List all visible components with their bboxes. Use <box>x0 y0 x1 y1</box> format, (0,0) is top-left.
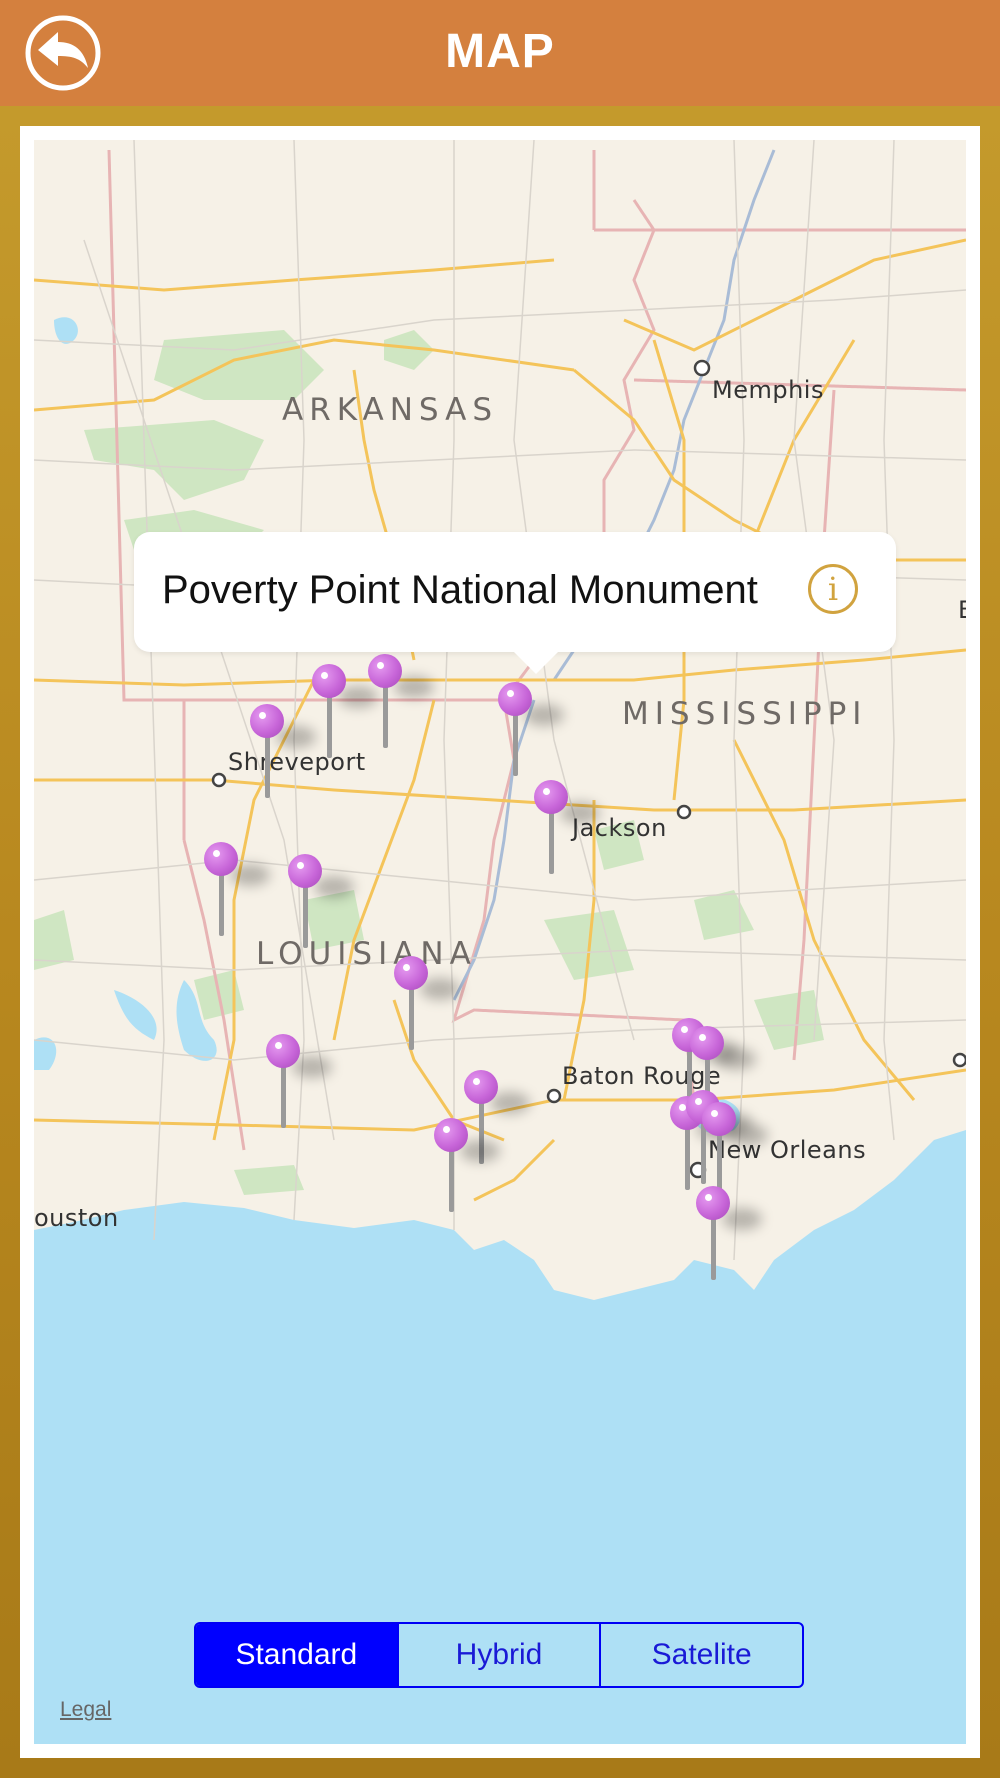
pin-shadow <box>560 802 600 824</box>
pin-shadow <box>394 676 434 698</box>
map-pin[interactable] <box>696 1186 762 1286</box>
pin-head <box>464 1070 498 1104</box>
pin-head <box>702 1102 736 1136</box>
pin-head <box>250 704 284 738</box>
state-label-arkansas: ARKANSAS <box>282 392 499 428</box>
pin-head <box>696 1186 730 1220</box>
pin-shadow <box>524 704 564 726</box>
pin-shadow <box>420 978 460 1000</box>
city-label-edge: B <box>958 596 966 624</box>
city-label-houston: ouston <box>34 1204 119 1232</box>
pin-head <box>534 780 568 814</box>
legal-link[interactable]: Legal <box>60 1698 111 1722</box>
pin-head <box>312 664 346 698</box>
pin-head <box>690 1026 724 1060</box>
map-pin[interactable] <box>266 1034 332 1134</box>
pin-shadow <box>460 1140 500 1162</box>
map-pin[interactable] <box>368 654 434 754</box>
map-base <box>34 140 966 1744</box>
pin-shadow <box>716 1048 756 1070</box>
segment-standard[interactable]: Standard <box>196 1624 399 1686</box>
pin-head <box>498 682 532 716</box>
map-pin[interactable] <box>312 664 378 764</box>
pin-shadow <box>722 1208 762 1230</box>
pin-shadow <box>490 1092 530 1114</box>
pin-shadow <box>276 726 316 748</box>
info-icon[interactable]: i <box>808 564 858 614</box>
map-pin[interactable] <box>204 842 270 942</box>
map-pin[interactable] <box>288 854 354 954</box>
map-pin-selected[interactable] <box>498 682 564 782</box>
page-title: MAP <box>445 25 555 78</box>
city-label-memphis: Memphis <box>712 376 824 404</box>
map-pin[interactable] <box>434 1118 500 1218</box>
segment-satelite[interactable]: Satelite <box>601 1624 802 1686</box>
pin-head <box>394 956 428 990</box>
map-pin[interactable] <box>394 956 460 1056</box>
pin-head <box>288 854 322 888</box>
pin-head <box>266 1034 300 1068</box>
segment-hybrid[interactable]: Hybrid <box>399 1624 602 1686</box>
map-type-segmented-control[interactable]: Standard Hybrid Satelite <box>194 1622 804 1688</box>
pin-shadow <box>292 1056 332 1078</box>
pin-head <box>368 654 402 688</box>
pin-callout[interactable]: Poverty Point National Monument i <box>134 532 896 674</box>
callout-title: Poverty Point National Monument <box>162 568 758 612</box>
pin-shadow <box>728 1124 768 1146</box>
pin-shadow <box>230 864 270 886</box>
navigation-bar: MAP <box>0 0 1000 106</box>
state-label-mississippi: MISSISSIPPI <box>622 696 868 732</box>
map-pin[interactable] <box>250 704 316 804</box>
pin-head <box>204 842 238 876</box>
map-view[interactable]: ARKANSAS MISSISSIPPI LOUISIANA Memphis S… <box>34 140 966 1744</box>
map-pin[interactable] <box>534 780 600 880</box>
pin-head <box>434 1118 468 1152</box>
pin-shadow <box>314 876 354 898</box>
